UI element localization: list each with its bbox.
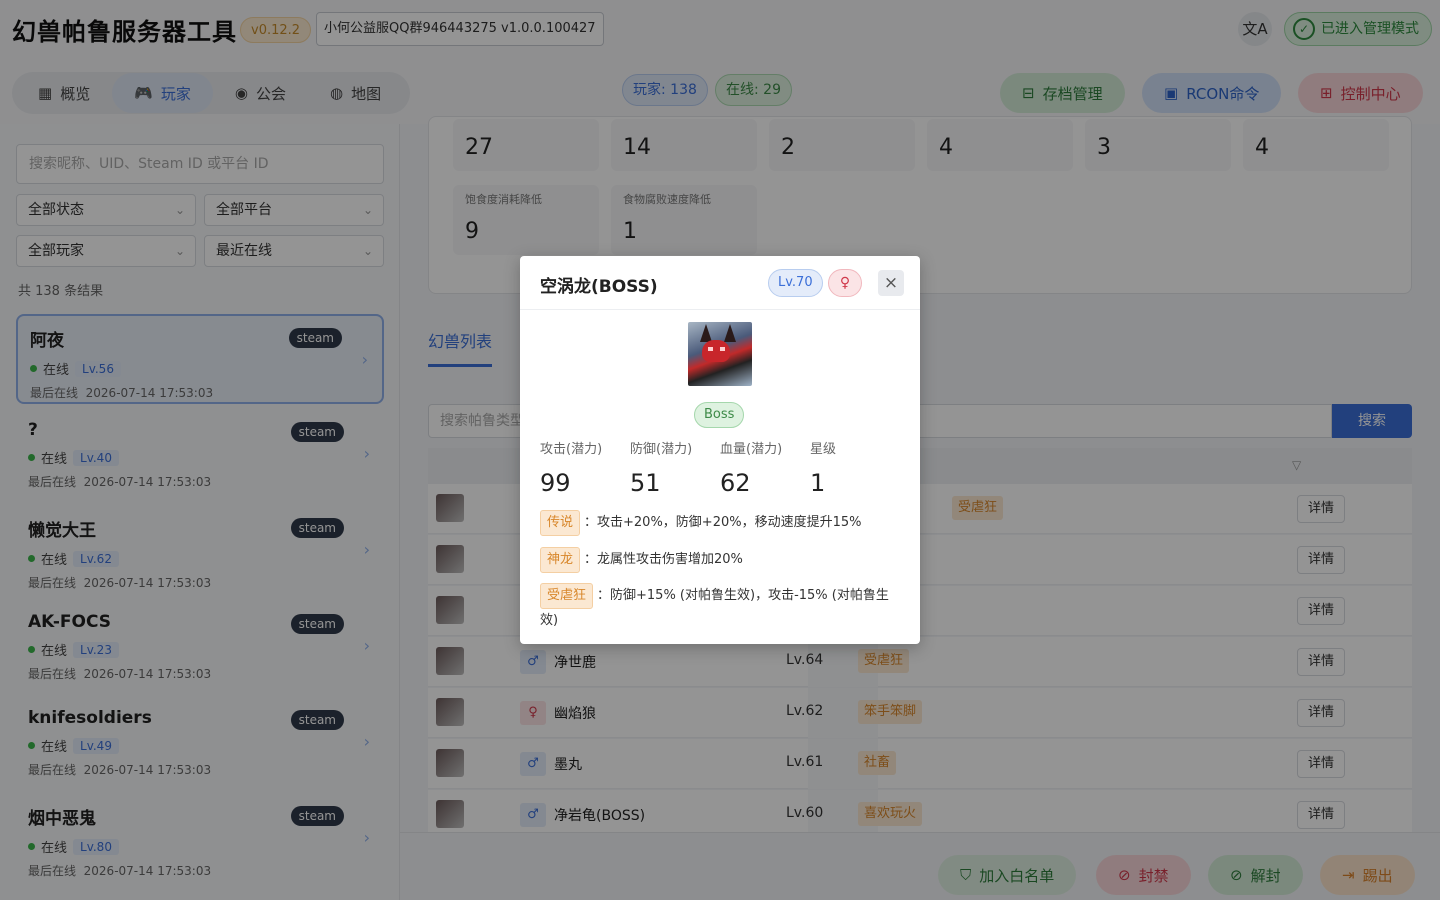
boss-badge: Boss — [694, 402, 745, 428]
stat-attack: 攻击(潜力) 99 — [540, 438, 628, 497]
passive-skill: 受虐狂 ：防御+15% (对帕鲁生效)，攻击-15% (对帕鲁生效) — [540, 583, 900, 633]
passive-skill: 神龙 ：龙属性攻击伤害增加20% — [540, 547, 900, 573]
stat-label: 攻击(潜力) — [540, 442, 603, 457]
stat-hp: 血量(潜力) 62 — [720, 438, 808, 497]
stat-label: 星级 — [810, 442, 837, 457]
modal-header: 空涡龙(BOSS) Lv.70 ♀ × — [520, 256, 920, 310]
passive-tag: 受虐狂 — [540, 583, 594, 609]
stat-value: 62 — [720, 469, 751, 497]
female-icon: ♀ — [828, 269, 862, 297]
stat-value: 99 — [540, 469, 571, 497]
stat-label: 防御(潜力) — [630, 442, 693, 457]
portrait-eye — [720, 347, 725, 351]
pal-detail-modal: 空涡龙(BOSS) Lv.70 ♀ × Boss 攻击(潜力) 99 防御(潜力)… — [520, 256, 920, 644]
stat-value: 51 — [630, 469, 661, 497]
portrait-eye — [708, 347, 713, 351]
modal-title: 空涡龙(BOSS) — [540, 277, 658, 297]
pal-portrait — [688, 322, 752, 386]
passive-desc: ：攻击+20%，防御+20%，移动速度提升15% — [584, 515, 862, 530]
passive-desc: ：龙属性攻击伤害增加20% — [584, 552, 743, 567]
passive-skill: 传说 ：攻击+20%，防御+20%，移动速度提升15% — [540, 510, 900, 536]
stat-label: 血量(潜力) — [720, 442, 783, 457]
stat-value: 1 — [810, 469, 826, 497]
modal-level-badge: Lv.70 — [768, 269, 823, 297]
portrait-horn — [724, 324, 736, 342]
passive-tag: 神龙 — [540, 547, 581, 573]
stat-rank: 星级 1 — [810, 438, 898, 497]
passive-tag: 传说 — [540, 510, 581, 536]
portrait-horn — [700, 324, 712, 342]
close-icon[interactable]: × — [878, 270, 904, 296]
portrait-face — [702, 340, 730, 362]
stat-defense: 防御(潜力) 51 — [630, 438, 718, 497]
